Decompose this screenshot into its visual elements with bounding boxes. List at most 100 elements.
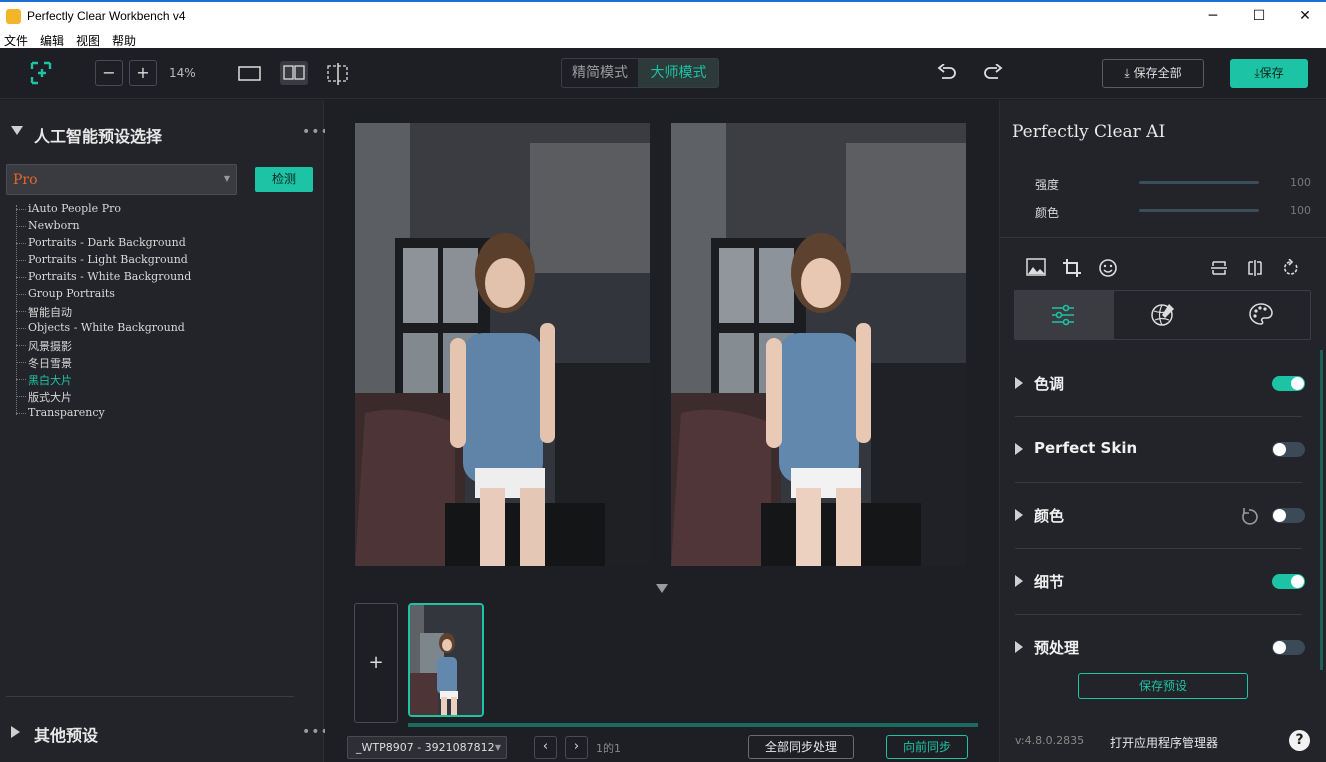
zoom-out-button[interactable]: − [95, 60, 123, 86]
preset-item[interactable]: 版式大片 [28, 389, 72, 405]
tab-adjustments[interactable] [1015, 291, 1114, 339]
preset-panel: 人工智能预设选择 ••• Pro ▼ 检测 iAuto People Pro Ne… [0, 100, 329, 762]
collapse-triangle-icon[interactable] [11, 126, 23, 135]
ai-panel-title: Perfectly Clear AI [1012, 122, 1166, 142]
single-view-icon[interactable] [238, 66, 262, 82]
help-icon[interactable]: ? [1289, 730, 1310, 751]
section-toggle[interactable] [1272, 376, 1305, 391]
sync-forward-button[interactable]: 向前同步 [886, 735, 968, 759]
section-row[interactable]: 细节 [1015, 558, 1305, 606]
globe-brush-icon [1151, 304, 1174, 326]
section-toggle[interactable] [1272, 574, 1305, 589]
section-row[interactable]: Perfect Skin [1015, 426, 1305, 474]
mode-switch: 精简模式 大师模式 [561, 58, 719, 88]
image-icon[interactable] [1026, 258, 1046, 276]
add-image-button[interactable]: + [354, 603, 398, 723]
preset-item[interactable]: 黑白大片 [28, 372, 72, 388]
expand-triangle-icon[interactable] [1015, 575, 1023, 587]
flip-vertical-icon[interactable] [1210, 259, 1228, 277]
preset-item[interactable]: iAuto People Pro [28, 202, 121, 215]
filmstrip-scrollbar[interactable] [408, 723, 978, 727]
photo-corrected-image [671, 123, 966, 566]
prev-image-button[interactable]: ‹ [534, 736, 557, 759]
tab-looks[interactable] [1213, 291, 1312, 339]
tree-connector [16, 362, 26, 363]
compare-view-icon[interactable] [326, 63, 350, 85]
expand-filmstrip-icon[interactable] [656, 584, 668, 593]
face-icon[interactable] [1098, 258, 1118, 278]
menu-file[interactable]: 文件 [4, 32, 28, 49]
toggle-knob [1291, 575, 1304, 588]
section-row[interactable]: 颜色 [1015, 492, 1305, 540]
expand-triangle-icon[interactable] [11, 726, 20, 738]
section-divider [1015, 614, 1302, 615]
close-button[interactable]: ✕ [1282, 2, 1326, 31]
original-photo[interactable] [355, 123, 650, 566]
mode-master-tab[interactable]: 大师模式 [638, 59, 718, 87]
preset-group-select[interactable]: Pro ▼ [6, 164, 237, 195]
maximize-button[interactable]: ☐ [1236, 2, 1282, 31]
rotate-icon[interactable] [1282, 259, 1300, 277]
preset-item[interactable]: Portraits - White Background [28, 270, 191, 283]
preset-item[interactable]: Transparency [28, 406, 105, 419]
adjustment-panel: Perfectly Clear AI 强度 100 颜色 100 色调 Perfe… [999, 100, 1326, 762]
tree-connector [16, 311, 26, 312]
expand-triangle-icon[interactable] [1015, 509, 1023, 521]
preset-item[interactable]: 冬日雪景 [28, 355, 72, 371]
tab-effects[interactable] [1114, 291, 1213, 339]
toolbar: − + 14% 精简模式 大师模式 ⤓ 保存全部 ⤓保存 [0, 48, 1326, 99]
corrected-photo[interactable] [671, 123, 966, 566]
panel-divider [1000, 237, 1326, 238]
crop-icon[interactable] [1062, 258, 1082, 278]
menu-view[interactable]: 视图 [76, 32, 100, 49]
toggle-knob [1273, 641, 1286, 654]
split-view-button[interactable] [280, 61, 308, 85]
open-manager-link[interactable]: 打开应用程序管理器 [1110, 734, 1218, 751]
sync-all-button[interactable]: 全部同步处理 [748, 735, 854, 759]
chevron-down-icon: ▼ [494, 743, 501, 752]
zoom-in-button[interactable]: + [129, 60, 157, 86]
thumbnail[interactable] [408, 603, 484, 717]
save-button[interactable]: ⤓保存 [1230, 59, 1308, 88]
toggle-knob [1291, 377, 1304, 390]
file-select[interactable]: _WTP8907 - 3921087812 ▼ [347, 736, 507, 759]
mode-simple-tab[interactable]: 精简模式 [562, 59, 638, 87]
preset-item[interactable]: 风景摄影 [28, 338, 72, 354]
minimize-button[interactable]: ─ [1190, 2, 1236, 31]
tree-connector [16, 294, 26, 295]
preset-item[interactable]: Portraits - Light Background [28, 253, 188, 266]
preset-item[interactable]: Portraits - Dark Background [28, 236, 186, 249]
strength-label: 强度 [1035, 178, 1060, 192]
section-toggle[interactable] [1272, 442, 1305, 457]
color-label: 颜色 [1035, 206, 1060, 220]
undo-icon[interactable] [937, 64, 957, 82]
expand-triangle-icon[interactable] [1015, 443, 1023, 455]
expand-triangle-icon[interactable] [1015, 377, 1023, 389]
save-preset-button[interactable]: 保存预设 [1078, 673, 1248, 699]
tree-connector [16, 396, 26, 397]
section-toggle[interactable] [1272, 508, 1305, 523]
preset-item[interactable]: Objects - White Background [28, 321, 185, 334]
tree-connector [16, 260, 26, 261]
section-row[interactable]: 预处理 [1015, 624, 1305, 672]
save-all-button[interactable]: ⤓ 保存全部 [1102, 59, 1204, 88]
sliders-icon [1052, 304, 1074, 326]
detect-button[interactable]: 检测 [255, 167, 313, 192]
panel-scrollbar[interactable] [1320, 350, 1323, 670]
next-image-button[interactable]: › [565, 736, 588, 759]
preset-item[interactable]: Newborn [28, 219, 80, 232]
section-toggle[interactable] [1272, 640, 1305, 655]
menu-edit[interactable]: 编辑 [40, 32, 64, 49]
tool-tabs [1014, 290, 1311, 340]
menu-help[interactable]: 帮助 [112, 32, 136, 49]
preset-item[interactable]: 智能自动 [28, 304, 72, 320]
expand-triangle-icon[interactable] [1015, 641, 1023, 653]
preset-item[interactable]: Group Portraits [28, 287, 115, 300]
redo-icon[interactable] [983, 64, 1003, 82]
section-row[interactable]: 色调 [1015, 360, 1305, 408]
strength-slider[interactable] [1139, 181, 1259, 184]
reset-icon[interactable] [1241, 507, 1259, 525]
title-bar: Perfectly Clear Workbench v4 ─ ☐ ✕ [0, 0, 1326, 31]
color-slider[interactable] [1139, 209, 1259, 212]
flip-horizontal-icon[interactable] [1246, 259, 1264, 277]
